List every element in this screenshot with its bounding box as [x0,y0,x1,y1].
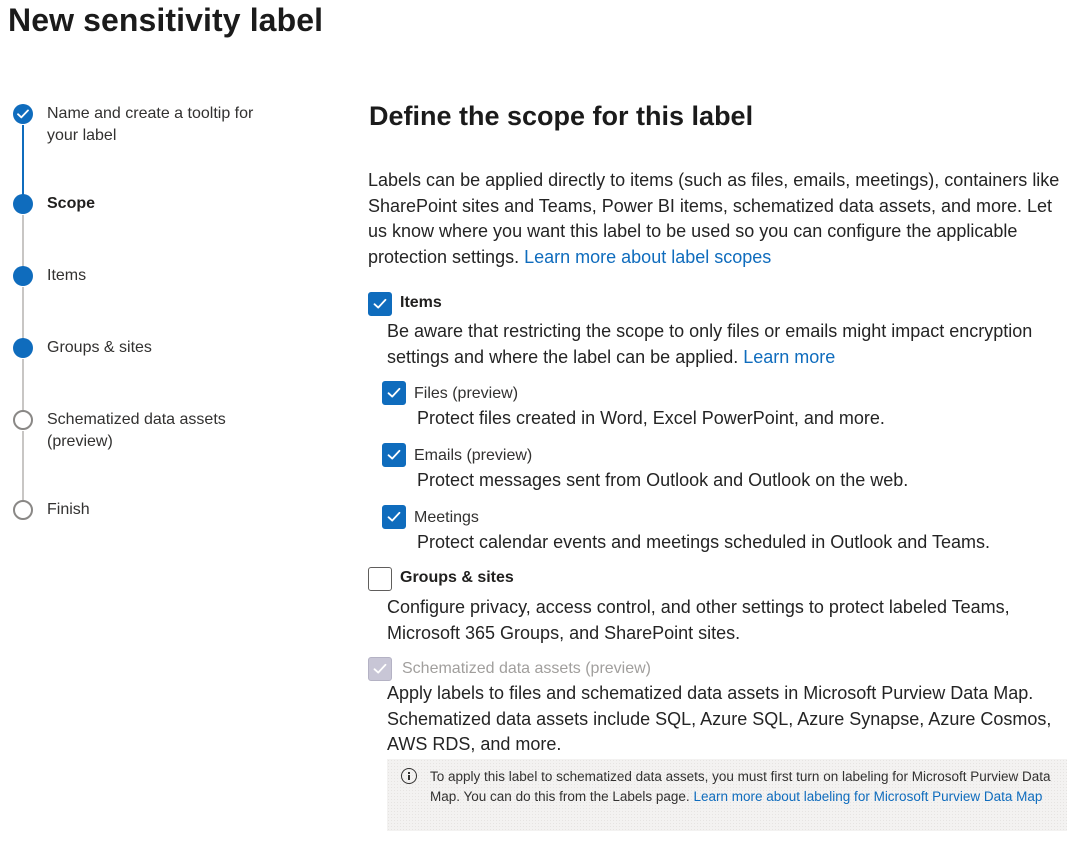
step-label: Scope [47,195,96,212]
section-title: Define the scope for this label [369,101,754,131]
checkmark-icon [387,511,401,522]
schematized-data-assets-label: Schematized data assets (preview) [402,660,651,677]
checkmark-icon [387,449,401,460]
items-learn-more-link[interactable]: Learn more [743,347,835,367]
info-message-text: To apply this label to schematized data … [430,767,1060,806]
items-checkbox[interactable] [368,292,392,316]
intro-text: Labels can be applied directly to items … [368,168,1068,270]
step-connector-3 [22,287,24,339]
checkmark-icon [387,387,401,398]
step-empty-circle-icon [13,410,33,430]
groups-sites-description: Configure privacy, access control, and o… [387,597,1010,643]
learn-more-labeling-purview-link[interactable]: Learn more about labeling for Microsoft … [693,789,1042,804]
step-current-dot-icon [13,194,33,214]
step-connector-4 [22,359,24,411]
info-icon [401,768,417,784]
learn-more-label-scopes-link[interactable]: Learn more about label scopes [524,247,771,267]
step-label: Items [47,267,87,284]
scope-panel: Define the scope for this label Labels c… [368,0,1073,844]
page: New sensitivity label Name and create a … [0,0,1079,844]
emails-description: Protect messages sent from Outlook and O… [417,470,909,490]
meetings-checkbox[interactable] [382,505,406,529]
step-complete-check-icon [13,104,33,124]
step-connector-2 [22,215,24,267]
wizard-steps: Name and create a tooltip for your label… [0,0,340,844]
files-checkbox[interactable] [382,381,406,405]
step-dot-icon [13,266,33,286]
groups-sites-label: Groups & sites [400,569,514,586]
files-description: Protect files created in Word, Excel Pow… [417,408,885,428]
emails-label: Emails (preview) [414,447,533,464]
schematized-data-assets-checkbox[interactable] [368,657,392,681]
groups-sites-checkbox[interactable] [368,567,392,591]
checkmark-icon [373,663,387,674]
items-description: Be aware that restricting the scope to o… [387,319,1067,370]
step-dot-icon [13,338,33,358]
checkmark-icon [373,298,387,309]
items-label: Items [400,294,442,311]
emails-checkbox[interactable] [382,443,406,467]
meetings-description: Protect calendar events and meetings sch… [417,532,991,552]
step-connector-1 [22,125,24,195]
step-label: Finish [47,501,90,518]
items-description-text: Be aware that restricting the scope to o… [387,321,1033,367]
step-connector-5 [22,431,24,501]
info-message-bar: To apply this label to schematized data … [387,759,1067,831]
meetings-label: Meetings [414,509,479,526]
step-label: Name and create a tooltip for your label [47,105,254,144]
step-empty-circle-icon [13,500,33,520]
schematized-data-assets-description: Apply labels to files and schematized da… [387,683,1052,754]
step-label: Schematized data assets (preview) [47,411,226,450]
files-label: Files (preview) [414,385,519,402]
step-label: Groups & sites [47,339,152,356]
